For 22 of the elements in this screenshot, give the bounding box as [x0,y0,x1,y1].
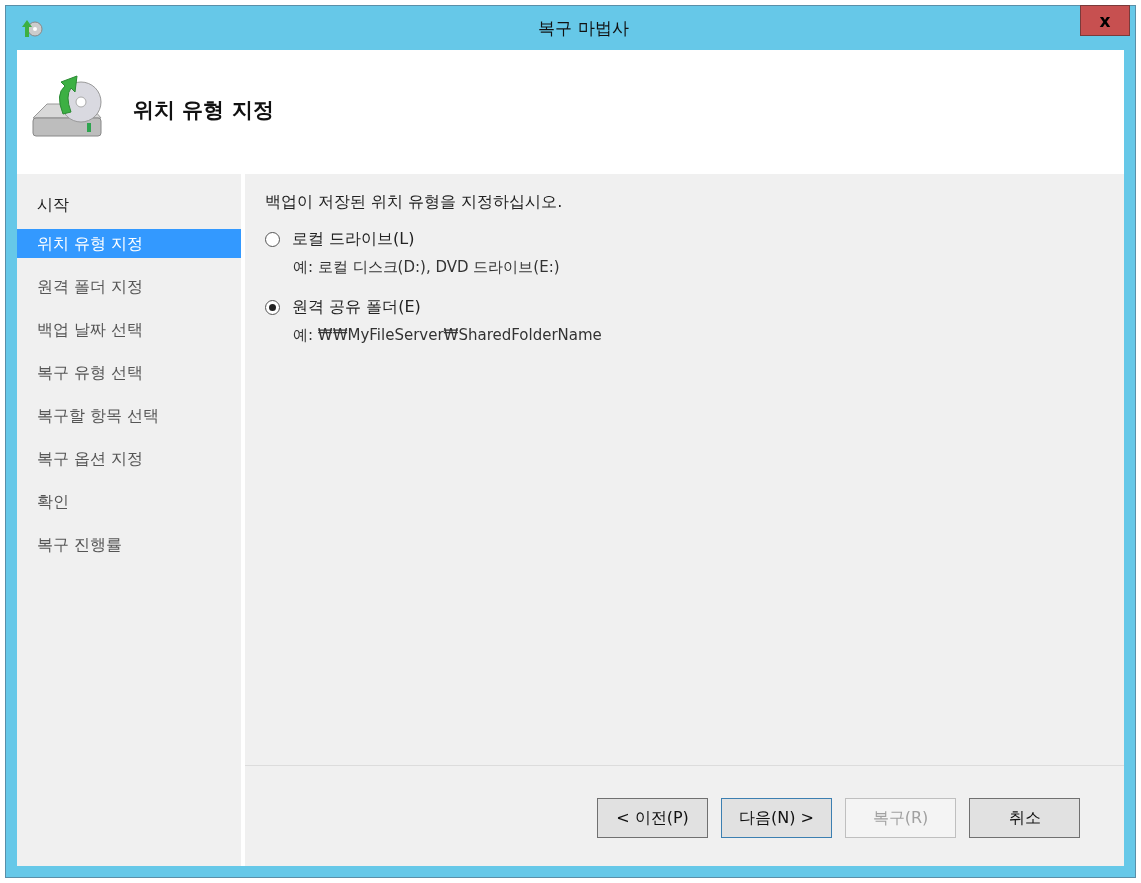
step-item: 복구할 항목 선택 [36,405,161,427]
step-item: 복구 옵션 지정 [36,448,145,470]
step-item: 복구 진행률 [36,534,124,556]
step-item: 복구 유형 선택 [36,362,145,384]
wizard-button[interactable]: < 이전(P) [597,798,708,838]
example-text: 예: 로컬 디스크(D:), DVD 드라이브(E:) [292,258,561,277]
window-title: 복구 마법사 [538,16,629,40]
instruction-text: 백업이 저장된 위치 유형을 지정하십시오. [265,192,564,213]
wizard-button[interactable]: 다음(N) > [721,798,832,838]
option-label[interactable]: 원격 공유 폴더(E) [292,297,421,318]
wizard-button[interactable]: 취소 [969,798,1080,838]
step-item: 시작 [36,194,70,216]
radio-button[interactable] [265,232,280,247]
close-button[interactable]: x [1080,5,1130,36]
step-item: 위치 유형 지정 [17,229,241,258]
step-item: 백업 날짜 선택 [36,319,145,341]
step-item: 확인 [36,491,70,513]
radio-button[interactable] [265,300,280,315]
step-item: 원격 폴더 지정 [36,276,145,298]
page-heading: 위치 유형 지정 [133,97,274,124]
example-text: 예: ₩₩MyFileServer₩SharedFolderName [292,326,603,345]
option-label[interactable]: 로컬 드라이브(L) [292,229,415,250]
